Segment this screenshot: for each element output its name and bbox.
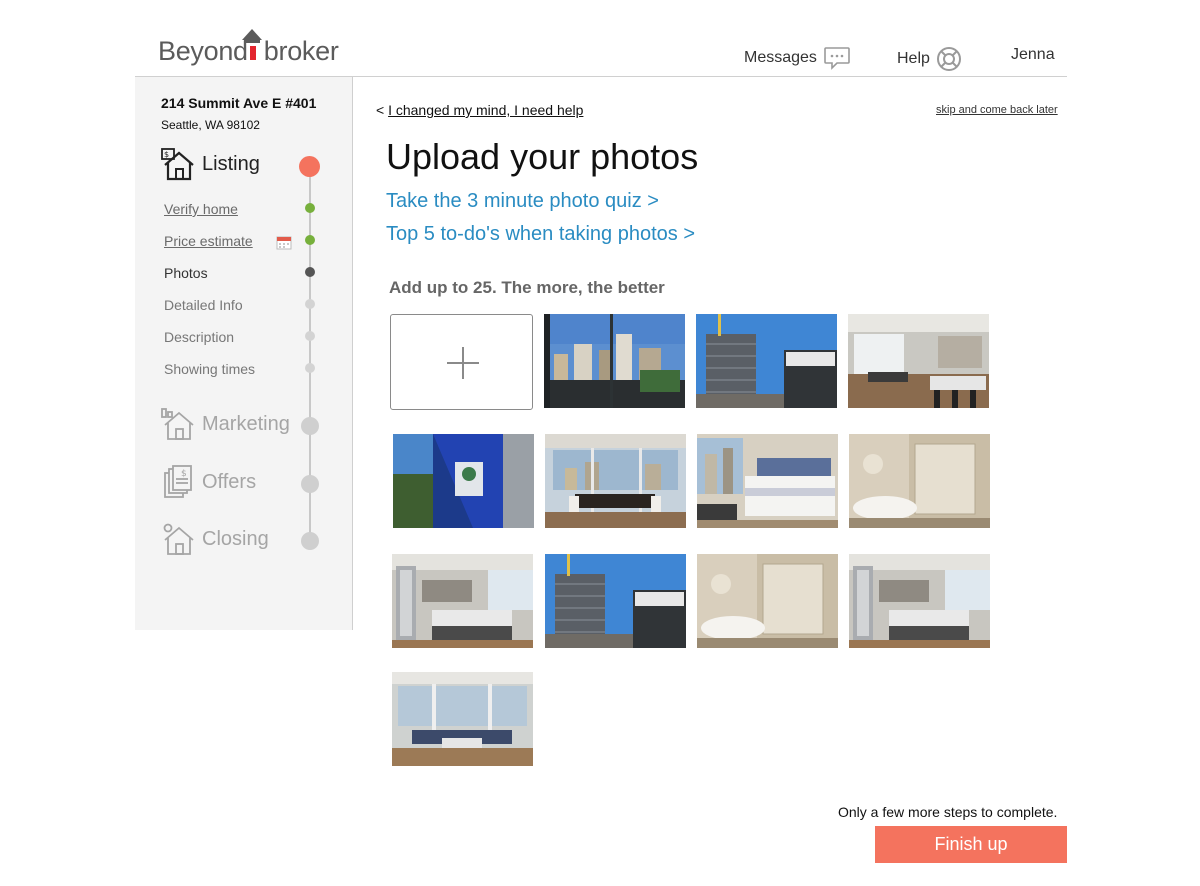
step-offers-dot	[301, 475, 319, 493]
photo-thumbnail[interactable]	[696, 314, 837, 408]
step-closing[interactable]: Closing	[161, 522, 269, 556]
photo-thumbnail[interactable]	[393, 434, 534, 528]
step-offers[interactable]: $ Offers	[161, 465, 256, 499]
substep-detailed-info-dot	[305, 299, 315, 309]
substep-detailed-info[interactable]: Detailed Info	[164, 297, 243, 313]
step-label: Marketing	[202, 412, 290, 435]
photo-thumbnail[interactable]	[697, 554, 838, 648]
help-nav[interactable]: Help	[897, 46, 962, 72]
logo-word-beyond: Beyond	[158, 36, 248, 66]
user-menu[interactable]: Jenna	[1011, 46, 1055, 64]
address-line2: Seattle, WA 98102	[161, 118, 260, 132]
photo-thumbnail[interactable]	[392, 554, 533, 648]
photo-thumbnail[interactable]	[849, 554, 990, 648]
photo-grid-heading: Add up to 25. The more, the better	[389, 278, 665, 297]
photo-thumbnail[interactable]	[392, 672, 533, 766]
help-label: Help	[897, 50, 930, 67]
photo-thumbnail[interactable]	[545, 434, 686, 528]
svg-text:$: $	[164, 150, 169, 159]
photo-thumbnail[interactable]	[849, 434, 990, 528]
skip-link[interactable]: skip and come back later	[936, 104, 1058, 116]
help-back-link[interactable]: < I changed my mind, I need help	[376, 102, 583, 118]
messages-label: Messages	[744, 49, 817, 66]
photo-thumbnail[interactable]	[545, 554, 686, 648]
page-title: Upload your photos	[386, 136, 699, 177]
step-label: Listing	[202, 152, 260, 175]
substep-description[interactable]: Description	[164, 329, 234, 345]
house-gear-icon	[163, 523, 194, 555]
substep-photos-dot	[305, 267, 315, 277]
address-line1: 214 Summit Ave E #401	[161, 95, 317, 111]
substep-price-estimate-dot	[305, 235, 315, 245]
step-marketing-dot	[301, 417, 319, 435]
progress-sidebar: 214 Summit Ave E #401 Seattle, WA 98102 …	[135, 77, 353, 630]
add-photo-button[interactable]	[390, 314, 533, 410]
documents-dollar-icon: $	[164, 465, 192, 498]
steps-remaining-note: Only a few more steps to complete.	[838, 804, 1058, 820]
substep-verify-home[interactable]: Verify home	[164, 201, 238, 217]
lifebuoy-icon	[936, 47, 961, 71]
substep-photos[interactable]: Photos	[164, 265, 208, 281]
step-closing-dot	[301, 532, 319, 550]
photo-quiz-link[interactable]: Take the 3 minute photo quiz >	[386, 190, 659, 213]
substep-price-estimate[interactable]: Price estimate	[164, 233, 253, 249]
chat-bubble-icon	[824, 47, 850, 70]
house-listing-icon: $	[161, 148, 194, 181]
svg-text:$: $	[181, 469, 187, 479]
back-chevron: <	[376, 102, 385, 118]
photo-thumbnail[interactable]	[848, 314, 989, 408]
house-logo-icon	[242, 29, 262, 60]
finish-up-button[interactable]: Finish up	[875, 826, 1067, 863]
step-label: Closing	[202, 527, 269, 550]
messages-nav[interactable]: Messages	[744, 46, 851, 70]
substep-description-dot	[305, 331, 315, 341]
photo-thumbnail[interactable]	[697, 434, 838, 528]
substep-verify-home-dot	[305, 203, 315, 213]
calendar-icon[interactable]	[276, 234, 292, 250]
substep-showing-times-dot	[305, 363, 315, 373]
logo-word-broker: broker	[263, 36, 339, 66]
photo-thumbnail[interactable]	[544, 314, 685, 408]
step-label: Offers	[202, 470, 257, 493]
step-listing-dot	[299, 156, 320, 177]
user-name: Jenna	[1011, 46, 1055, 63]
photo-todos-link[interactable]: Top 5 to-do's when taking photos >	[386, 223, 695, 246]
substep-showing-times[interactable]: Showing times	[164, 361, 255, 377]
step-listing[interactable]: $ Listing	[161, 147, 260, 181]
need-help-link[interactable]: I changed my mind, I need help	[388, 102, 583, 118]
step-marketing[interactable]: Marketing	[161, 407, 290, 441]
house-chart-icon	[161, 408, 194, 440]
